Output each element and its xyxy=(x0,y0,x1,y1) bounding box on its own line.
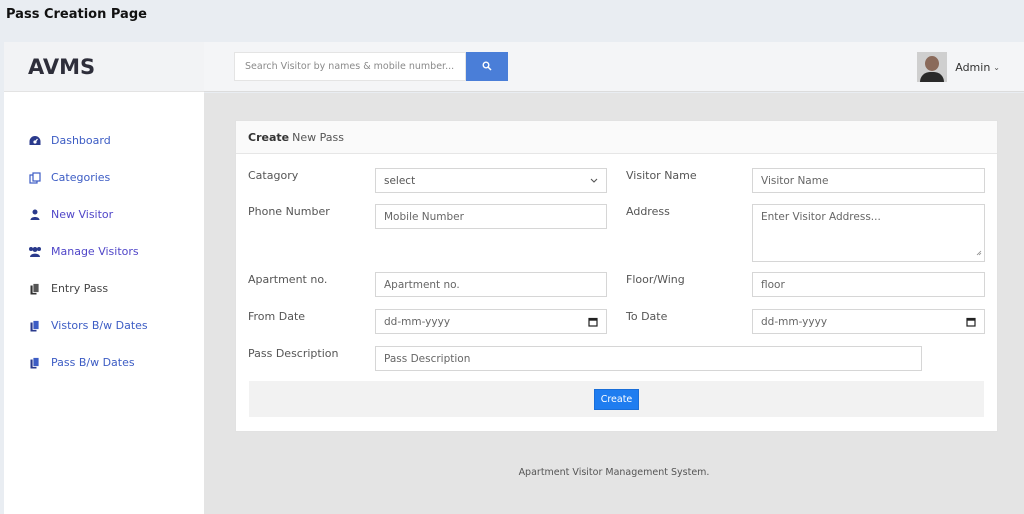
phone-number-label: Phone Number xyxy=(248,205,330,218)
user-name[interactable]: Admin xyxy=(955,61,990,74)
floor-label: Floor/Wing xyxy=(626,273,685,286)
phone-number-field[interactable]: Mobile Number xyxy=(375,204,607,229)
user-icon xyxy=(26,209,44,220)
avatar[interactable] xyxy=(917,52,948,82)
form-actions: Create xyxy=(249,381,984,417)
address-label: Address xyxy=(626,205,670,218)
category-label: Catagory xyxy=(248,169,299,182)
brand-logo[interactable]: AVMS xyxy=(4,42,204,92)
search-icon xyxy=(482,59,492,74)
sidebar-item-label: Dashboard xyxy=(51,134,111,147)
file-icon xyxy=(26,319,44,332)
sidebar-item-new-visitor[interactable]: New Visitor xyxy=(4,196,204,233)
main-content: Create New Pass Catagory select Visitor … xyxy=(204,93,1024,514)
sidebar-item-label: Manage Visitors xyxy=(51,245,139,258)
sidebar-item-categories[interactable]: Categories xyxy=(4,159,204,196)
page-title: Pass Creation Page xyxy=(6,7,147,22)
description-label: Pass Description xyxy=(248,347,339,360)
sidebar-item-label: New Visitor xyxy=(51,208,114,221)
sidebar-item-visitors-between-dates[interactable]: Vistors B/w Dates xyxy=(4,307,204,344)
to-date-field[interactable]: dd-mm-yyyy xyxy=(752,309,985,334)
search-input[interactable] xyxy=(234,52,466,81)
sidebar-nav: Dashboard Categories New Visitor Manage … xyxy=(4,92,204,381)
from-date-label: From Date xyxy=(248,310,306,323)
description-field[interactable]: Pass Description xyxy=(375,346,922,371)
category-select-value: select xyxy=(384,174,416,187)
resize-handle-icon[interactable] xyxy=(976,247,982,259)
floor-field[interactable]: floor xyxy=(752,272,985,297)
users-icon xyxy=(26,246,44,257)
calendar-icon[interactable] xyxy=(966,317,976,327)
visitor-name-field[interactable]: Visitor Name xyxy=(752,168,985,193)
to-date-label: To Date xyxy=(626,310,668,323)
copy-icon xyxy=(26,171,44,184)
create-button[interactable]: Create xyxy=(593,388,640,410)
card-title: Create New Pass xyxy=(236,121,997,154)
sidebar-item-label: Entry Pass xyxy=(51,282,109,295)
from-date-placeholder: dd-mm-yyyy xyxy=(384,315,451,328)
create-pass-card: Create New Pass Catagory select Visitor … xyxy=(235,120,998,432)
sidebar-item-label: Categories xyxy=(51,171,111,184)
user-menu[interactable]: Admin ⌄ xyxy=(917,52,1000,82)
card-title-bold: Create xyxy=(248,130,290,144)
card-title-rest: New Pass xyxy=(292,130,344,144)
calendar-icon[interactable] xyxy=(588,317,598,327)
file-icon xyxy=(26,356,44,369)
address-placeholder: Enter Visitor Address... xyxy=(761,211,881,223)
sidebar-item-manage-visitors[interactable]: Manage Visitors xyxy=(4,233,204,270)
search-button[interactable] xyxy=(466,52,508,81)
chevron-down-icon xyxy=(590,178,598,183)
sidebar-item-entry-pass[interactable]: Entry Pass xyxy=(4,270,204,307)
address-field[interactable]: Enter Visitor Address... xyxy=(752,204,985,262)
sidebar-item-pass-between-dates[interactable]: Pass B/w Dates xyxy=(4,344,204,381)
file-icon xyxy=(26,282,44,295)
dashboard-icon xyxy=(26,135,44,146)
apartment-label: Apartment no. xyxy=(248,273,328,286)
apartment-field[interactable]: Apartment no. xyxy=(375,272,607,297)
sidebar-item-label: Vistors B/w Dates xyxy=(51,319,148,332)
top-bar: Admin ⌄ xyxy=(204,42,1024,92)
search-bar xyxy=(234,52,508,81)
sidebar: AVMS Dashboard Categories New Visitor Ma… xyxy=(4,42,204,514)
footer-text: Apartment Visitor Management System. xyxy=(518,467,710,478)
chevron-down-icon[interactable]: ⌄ xyxy=(993,63,1000,72)
sidebar-item-dashboard[interactable]: Dashboard xyxy=(4,122,204,159)
to-date-placeholder: dd-mm-yyyy xyxy=(761,315,828,328)
visitor-name-label: Visitor Name xyxy=(626,169,697,182)
from-date-field[interactable]: dd-mm-yyyy xyxy=(375,309,607,334)
sidebar-item-label: Pass B/w Dates xyxy=(51,356,135,369)
category-select[interactable]: select xyxy=(375,168,607,193)
